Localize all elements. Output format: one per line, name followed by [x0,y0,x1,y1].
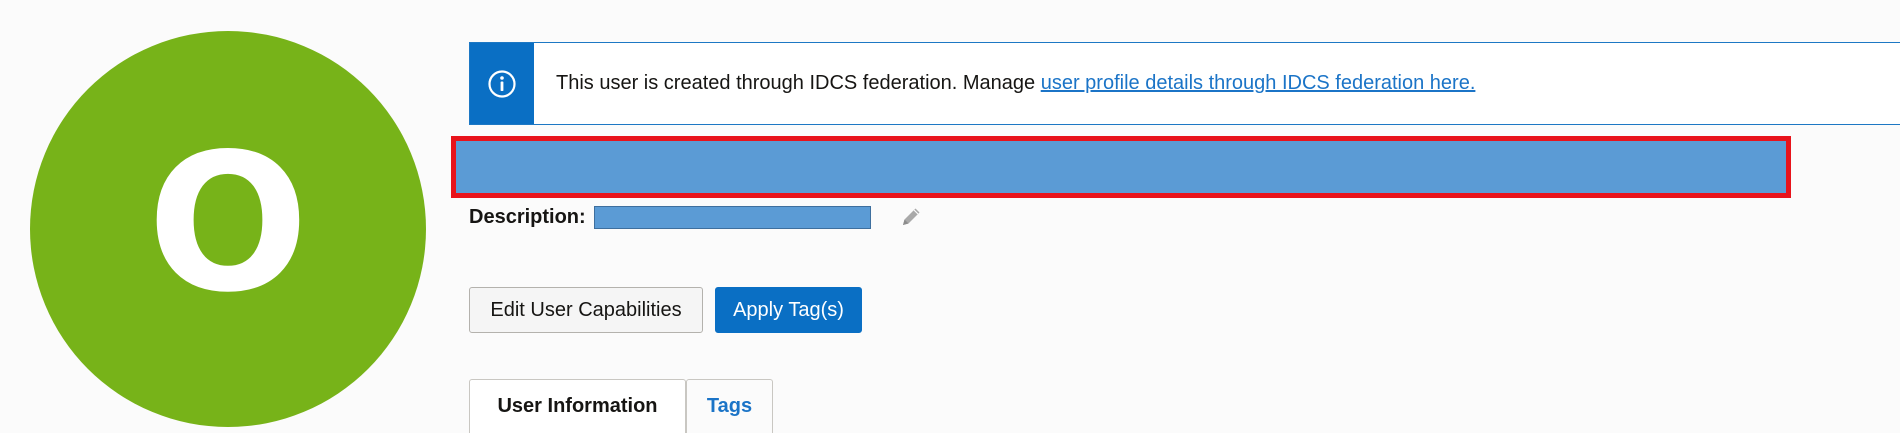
avatar-initial: O [147,113,309,334]
user-details-page: O This user is created through IDCS fede… [0,0,1900,433]
tab-bar: User Information Tags [469,379,773,433]
avatar: O [30,31,426,427]
idcs-federation-link[interactable]: user profile details through IDCS federa… [1041,72,1476,94]
pencil-icon[interactable] [898,204,924,230]
banner-text: This user is created through IDCS federa… [556,72,1041,94]
description-label: Description: [469,205,586,228]
tab-tags[interactable]: Tags [686,379,773,433]
description-row: Description: [469,202,924,232]
user-name-redacted [451,136,1791,198]
description-value-redacted [593,205,871,229]
apply-tags-button[interactable]: Apply Tag(s) [715,287,862,333]
tab-user-information[interactable]: User Information [469,379,686,433]
banner-message: This user is created through IDCS federa… [556,72,1475,95]
edit-user-capabilities-button[interactable]: Edit User Capabilities [469,287,703,333]
info-banner: This user is created through IDCS federa… [469,42,1900,125]
info-icon [470,43,534,124]
